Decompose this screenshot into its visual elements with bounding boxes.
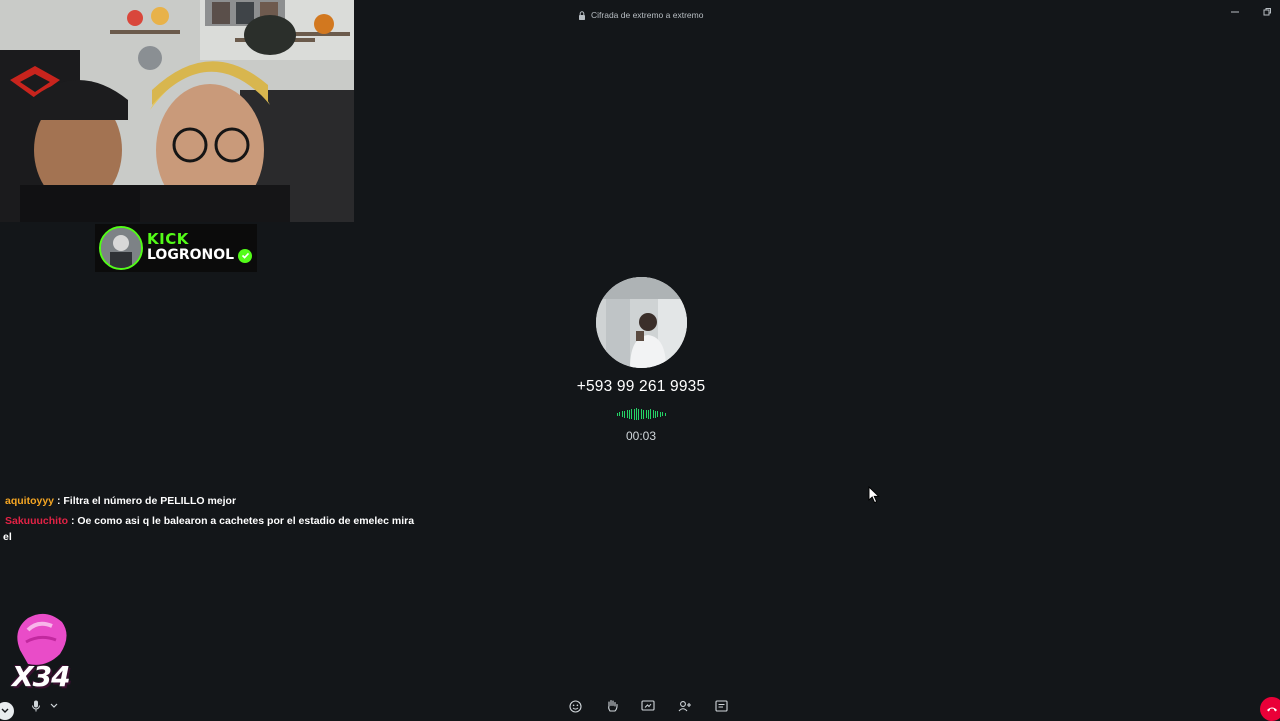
contact-avatar	[596, 277, 687, 368]
encryption-text: Cifrada de extremo a extremo	[591, 10, 703, 20]
combo-counter: X34	[12, 660, 70, 693]
webcam-image	[0, 0, 354, 222]
add-participant-button[interactable]	[675, 696, 695, 716]
chat-username: Sakuuuchito	[5, 515, 68, 527]
end-call-button[interactable]	[1260, 697, 1280, 721]
chat-text: Filtra el número de PELILLO mejor	[63, 495, 236, 507]
audio-waveform	[617, 408, 665, 420]
add-participant-icon	[678, 700, 692, 712]
chat-separator: :	[71, 515, 75, 527]
microphone-button[interactable]	[26, 696, 46, 716]
webcam-feed	[0, 0, 354, 222]
mouse-cursor	[868, 486, 880, 504]
chat-panel-button[interactable]	[711, 696, 731, 716]
kick-logo-text: KICK	[147, 232, 252, 247]
chat-separator: :	[57, 495, 61, 507]
emoji-icon	[569, 700, 582, 713]
lock-icon	[578, 11, 586, 20]
raise-hand-button[interactable]	[602, 696, 622, 716]
kick-streamer-badge: KICK LOGRONOL	[95, 224, 257, 272]
encryption-notice: Cifrada de extremo a extremo	[578, 8, 703, 22]
verified-icon	[238, 249, 252, 263]
emoji-button[interactable]	[565, 696, 585, 716]
end-call-icon	[1266, 705, 1278, 713]
chat-username: aquitoyyy	[5, 495, 54, 507]
chat-panel-icon	[715, 700, 728, 712]
call-toolbar	[0, 692, 1280, 720]
call-timer: 00:03	[600, 429, 682, 443]
microphone-options-button[interactable]	[44, 696, 64, 716]
chevron-down-icon	[1, 708, 9, 714]
chat-message: Sakuuuchito : Oe como asi q le balearon …	[5, 513, 414, 529]
share-screen-button[interactable]	[638, 696, 658, 716]
chat-message-continuation: el	[3, 529, 12, 545]
contact-phone-number: +593 99 261 9935	[540, 378, 742, 396]
share-screen-icon	[641, 700, 655, 712]
streamer-avatar	[99, 226, 143, 270]
restore-button[interactable]	[1256, 4, 1278, 20]
chat-text: Oe como asi q le balearon a cachetes por…	[77, 515, 414, 527]
minimize-icon	[1230, 7, 1240, 17]
chevron-down-icon	[50, 703, 58, 709]
minimize-button[interactable]	[1224, 4, 1246, 20]
gift-combo: X34	[6, 610, 72, 694]
chat-message: aquitoyyy : Filtra el número de PELILLO …	[5, 493, 236, 509]
restore-icon	[1262, 7, 1272, 17]
microphone-icon	[31, 700, 41, 712]
raise-hand-icon	[606, 699, 619, 713]
collapse-button[interactable]	[0, 702, 14, 720]
streamer-username: LOGRONOL	[147, 247, 234, 264]
